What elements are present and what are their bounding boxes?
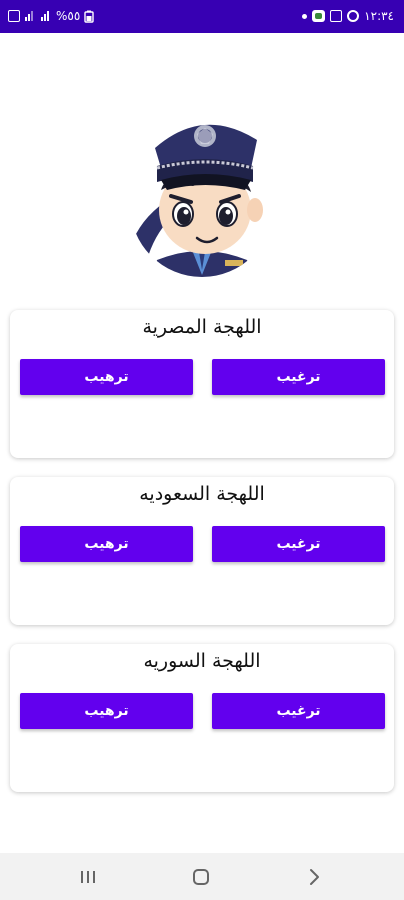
sync-icon [347, 10, 360, 22]
dialect-card-saudi: اللهجة السعوديه ترغيب ترهيب [10, 477, 394, 625]
dialect-card-egyptian: اللهجة المصرية ترغيب ترهيب [10, 310, 394, 458]
intimidate-button[interactable]: ترهيب [20, 693, 193, 729]
police-officer-avatar [127, 110, 277, 280]
home-icon[interactable] [189, 865, 213, 889]
encourage-button[interactable]: ترغيب [212, 693, 385, 729]
intimidate-button[interactable]: ترهيب [20, 526, 193, 562]
card-title: اللهجة السوريه [143, 650, 261, 672]
encourage-button[interactable]: ترغيب [212, 526, 385, 562]
dialect-card-syrian: اللهجة السوريه ترغيب ترهيب [10, 644, 394, 792]
system-navigation-bar [0, 853, 404, 900]
gallery-icon [8, 9, 20, 23]
recent-apps-icon[interactable] [76, 865, 100, 889]
back-icon[interactable] [302, 865, 326, 889]
status-time: ١٢:٣٤ [364, 9, 394, 23]
app-notification-icon [312, 10, 326, 22]
battery-percent: %٥٥ [56, 9, 81, 23]
signal-icon-2 [40, 9, 52, 23]
status-right-group: ١٢:٣٤ [302, 9, 394, 23]
card-title: اللهجة المصرية [142, 316, 262, 338]
battery-icon [84, 9, 94, 23]
encourage-button[interactable]: ترغيب [212, 359, 385, 395]
notification-dot-icon [302, 13, 308, 19]
card-title: اللهجة السعوديه [139, 483, 265, 505]
intimidate-button[interactable]: ترهيب [20, 359, 193, 395]
signal-icon [24, 9, 36, 23]
status-left-group: %٥٥ [8, 9, 94, 23]
image-notification-icon [330, 9, 343, 23]
status-bar: %٥٥ ١٢:٣٤ [0, 0, 404, 33]
